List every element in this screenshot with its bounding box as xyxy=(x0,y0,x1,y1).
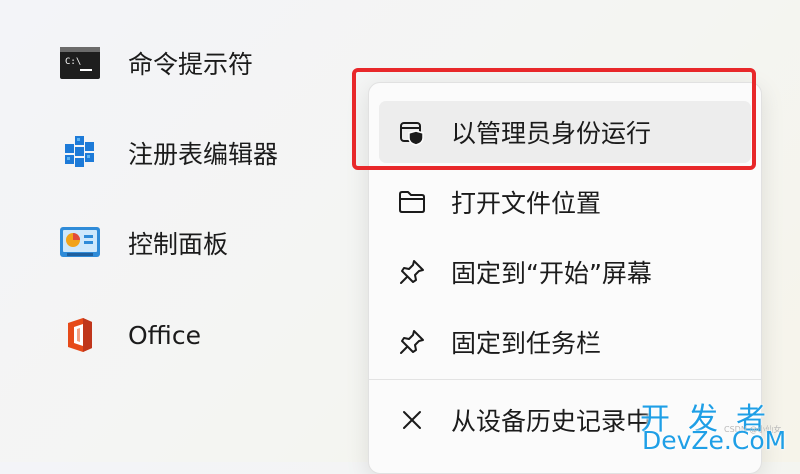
menu-item-run-as-admin[interactable]: 以管理员身份运行 xyxy=(379,101,751,163)
app-list: C:\ 命令提示符 注册表编辑器 控制面板 Office xyxy=(0,0,360,462)
app-item-control-panel[interactable]: 控制面板 xyxy=(58,218,228,268)
shield-window-icon xyxy=(397,117,427,147)
menu-item-label: 以管理员身份运行 xyxy=(451,119,652,148)
close-icon xyxy=(397,405,427,435)
regedit-icon xyxy=(58,133,102,173)
menu-item-remove-from-history[interactable]: 从设备历史记录中 xyxy=(379,389,751,451)
app-label: 控制面板 xyxy=(128,230,229,259)
control-panel-icon xyxy=(58,223,102,263)
office-icon xyxy=(58,315,102,355)
menu-item-label: 从设备历史记录中 xyxy=(451,407,652,436)
menu-item-pin-to-taskbar[interactable]: 固定到任务栏 xyxy=(379,311,751,373)
app-label: Office xyxy=(128,320,201,350)
folder-icon xyxy=(397,187,427,217)
app-item-regedit[interactable]: 注册表编辑器 xyxy=(58,128,278,178)
pin-icon xyxy=(397,327,427,357)
menu-divider xyxy=(369,379,761,380)
app-label: 命令提示符 xyxy=(128,50,254,79)
app-label: 注册表编辑器 xyxy=(128,140,279,169)
menu-item-label: 固定到任务栏 xyxy=(451,329,602,358)
app-item-office[interactable]: Office xyxy=(58,310,201,360)
menu-item-label: 打开文件位置 xyxy=(451,189,602,218)
cmd-icon: C:\ xyxy=(58,43,102,83)
menu-item-pin-to-start[interactable]: 固定到“开始”屏幕 xyxy=(379,241,751,303)
context-menu: 以管理员身份运行 打开文件位置 固定到“开始”屏幕 固定到任务栏 从设备历史记录… xyxy=(368,82,762,474)
menu-item-label: 固定到“开始”屏幕 xyxy=(451,259,652,288)
menu-item-open-file-location[interactable]: 打开文件位置 xyxy=(379,171,751,233)
pin-icon xyxy=(397,257,427,287)
app-item-cmd[interactable]: C:\ 命令提示符 xyxy=(58,38,253,88)
svg-text:C:\: C:\ xyxy=(65,57,81,67)
